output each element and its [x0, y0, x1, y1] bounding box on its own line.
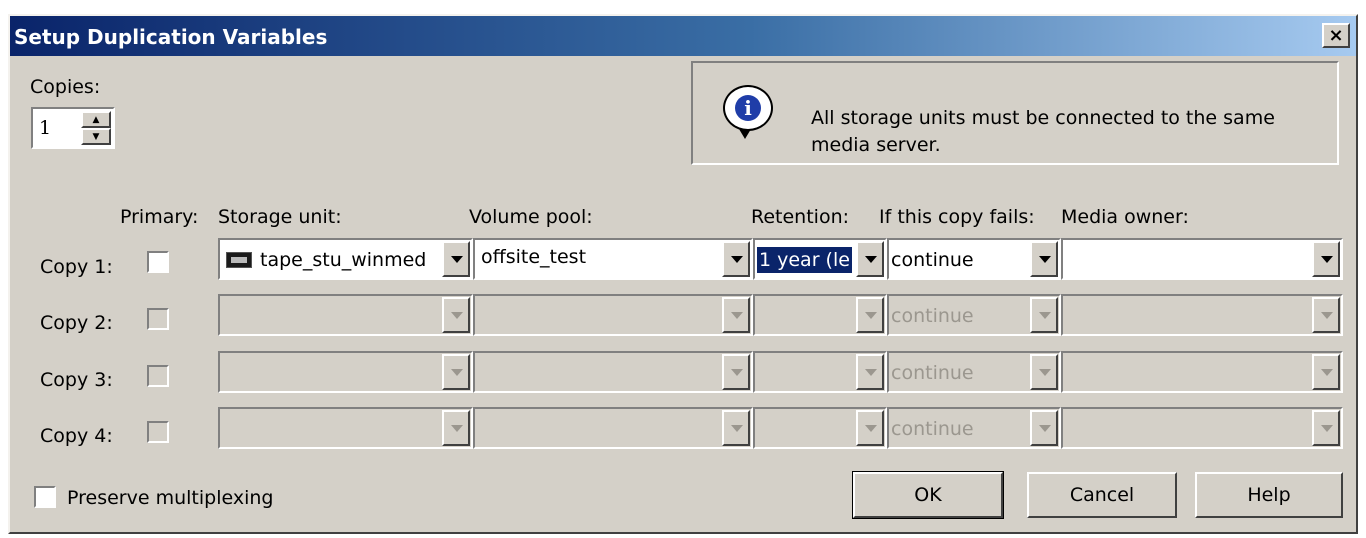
volume-pool-header: Volume pool: [469, 206, 593, 228]
chevron-down-icon [442, 354, 470, 390]
cancel-button[interactable]: Cancel [1027, 472, 1177, 518]
copies-value[interactable]: 1 [39, 117, 51, 139]
copy-1-storage-unit-select[interactable]: tape_stu_winmed [218, 238, 473, 280]
chevron-down-icon [1030, 354, 1058, 390]
copy-1-storage-unit-value: tape_stu_winmed [260, 249, 427, 271]
preserve-multiplexing-checkbox[interactable] [34, 486, 56, 508]
media-owner-header: Media owner: [1061, 206, 1189, 228]
copy-2-media-owner-select [1061, 294, 1343, 336]
copy-2-storage-unit-select [218, 294, 473, 336]
chevron-down-icon [1312, 297, 1340, 333]
copy-4-volume-pool-select [473, 407, 753, 449]
info-panel: i All storage units must be connected to… [691, 61, 1339, 165]
copy-2-label: Copy 2: [40, 312, 113, 334]
close-icon: × [1328, 24, 1344, 46]
copy-3-if-fails-value: continue [891, 362, 974, 384]
retention-header: Retention: [751, 206, 850, 228]
copy-1-primary-checkbox[interactable] [147, 251, 169, 273]
copy-3-storage-unit-select [218, 351, 473, 393]
chevron-down-icon [442, 297, 470, 333]
copy-4-retention-select [753, 407, 887, 449]
chevron-down-icon [856, 297, 884, 333]
copy-3-if-fails-select: continue [887, 351, 1061, 393]
chevron-down-icon[interactable] [1030, 241, 1058, 277]
copy-4-media-owner-select [1061, 407, 1343, 449]
copy-1-volume-pool-select[interactable]: offsite_test [473, 238, 753, 280]
chevron-down-icon[interactable] [442, 241, 470, 277]
copy-1-if-fails-select[interactable]: continue [887, 238, 1061, 280]
arrow-down-icon: ▼ [92, 131, 100, 142]
arrow-up-icon: ▲ [92, 114, 100, 125]
copy-2-volume-pool-select [473, 294, 753, 336]
copy-4-storage-unit-select [218, 407, 473, 449]
copy-4-if-fails-value: continue [891, 418, 974, 440]
chevron-down-icon[interactable] [1312, 241, 1340, 277]
copy-1-volume-pool-value: offsite_test [481, 246, 587, 268]
spin-up-button[interactable]: ▲ [81, 111, 111, 128]
title-bar: Setup Duplication Variables × [10, 16, 1356, 56]
copy-2-primary-checkbox [147, 308, 169, 330]
copy-3-media-owner-select [1061, 351, 1343, 393]
chevron-down-icon [1312, 354, 1340, 390]
preserve-multiplexing-label[interactable]: Preserve multiplexing [67, 487, 273, 509]
copy-1-label: Copy 1: [40, 256, 113, 278]
storage-unit-header: Storage unit: [218, 206, 342, 228]
help-button[interactable]: Help [1195, 472, 1343, 518]
spin-down-button[interactable]: ▼ [81, 128, 111, 145]
copy-3-label: Copy 3: [40, 369, 113, 391]
copy-3-retention-select [753, 351, 887, 393]
chevron-down-icon [856, 354, 884, 390]
copy-4-primary-checkbox [147, 421, 169, 443]
ok-button[interactable]: OK [852, 471, 1004, 519]
primary-header: Primary: [120, 206, 199, 228]
close-button[interactable]: × [1322, 23, 1350, 48]
copy-2-if-fails-select: continue [887, 294, 1061, 336]
tape-icon [226, 252, 252, 268]
copy-4-label: Copy 4: [40, 425, 113, 447]
copy-1-retention-value: 1 year (le [757, 247, 852, 273]
copy-4-if-fails-select: continue [887, 407, 1061, 449]
copies-label: Copies: [30, 76, 101, 98]
info-icon: i [723, 85, 773, 139]
copies-spinner[interactable]: 1 ▲ ▼ [31, 107, 115, 149]
chevron-down-icon [1312, 410, 1340, 446]
chevron-down-icon [722, 410, 750, 446]
if-fails-header: If this copy fails: [879, 206, 1035, 228]
copy-3-volume-pool-select [473, 351, 753, 393]
copy-2-if-fails-value: continue [891, 305, 974, 327]
chevron-down-icon [722, 354, 750, 390]
chevron-down-icon [1030, 297, 1058, 333]
copy-2-retention-select [753, 294, 887, 336]
info-message: All storage units must be connected to t… [811, 107, 1275, 156]
chevron-down-icon [442, 410, 470, 446]
copy-1-retention-select[interactable]: 1 year (le [753, 238, 887, 280]
chevron-down-icon [856, 410, 884, 446]
copy-1-if-fails-value: continue [891, 249, 974, 271]
chevron-down-icon [1030, 410, 1058, 446]
chevron-down-icon [722, 297, 750, 333]
window-title: Setup Duplication Variables [14, 25, 328, 49]
copy-3-primary-checkbox [147, 365, 169, 387]
chevron-down-icon[interactable] [722, 241, 750, 277]
chevron-down-icon[interactable] [856, 241, 884, 277]
copy-1-media-owner-select[interactable] [1061, 238, 1343, 280]
setup-duplication-dialog: Setup Duplication Variables × Copies: 1 … [8, 14, 1358, 534]
